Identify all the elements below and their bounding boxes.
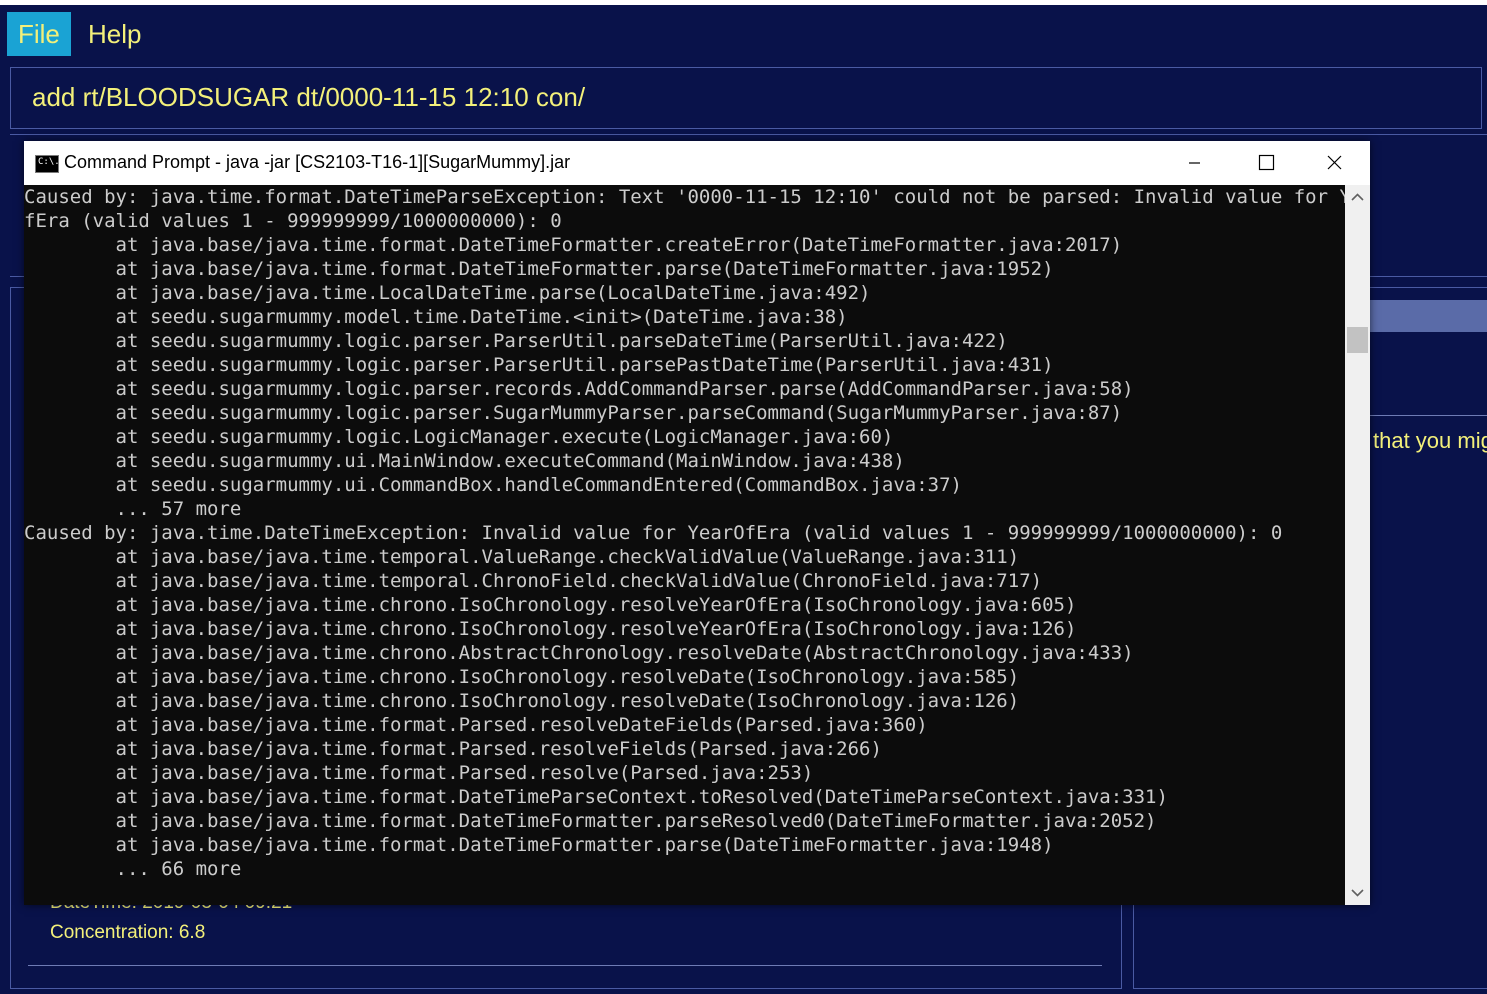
side-panel-text: that you mig: [1373, 428, 1487, 453]
menu-file[interactable]: File: [7, 12, 71, 56]
console-line: at java.base/java.time.chrono.IsoChronol…: [24, 666, 1020, 688]
close-button[interactable]: [1299, 141, 1369, 185]
console-line: ... 57 more: [24, 498, 242, 520]
console-line: ... 66 more: [24, 858, 242, 880]
minimize-button[interactable]: [1159, 141, 1229, 185]
console-line: at java.base/java.time.format.DateTimeFo…: [24, 810, 1157, 832]
console-line: at seedu.sugarmummy.logic.parser.SugarMu…: [24, 402, 1123, 424]
menu-help[interactable]: Help: [77, 12, 152, 56]
command-input[interactable]: add rt/BLOODSUGAR dt/0000-11-15 12:10 co…: [10, 67, 1482, 129]
console-line: at java.base/java.time.chrono.AbstractCh…: [24, 642, 1134, 664]
divider: [10, 134, 1487, 135]
console-line: at seedu.sugarmummy.logic.parser.ParserU…: [24, 330, 1008, 352]
console-line: at java.base/java.time.format.Parsed.res…: [24, 714, 928, 736]
scroll-thumb[interactable]: [1347, 327, 1368, 353]
cmd-app-icon-label: C:\.: [38, 157, 60, 167]
close-icon: [1327, 155, 1342, 170]
console-line: at java.base/java.time.chrono.IsoChronol…: [24, 594, 1077, 616]
maximize-button[interactable]: [1229, 141, 1299, 185]
scroll-up-button[interactable]: [1345, 185, 1370, 210]
record-separator: [28, 965, 1102, 966]
chevron-down-icon: [1351, 889, 1364, 897]
console-line: at java.base/java.time.format.Parsed.res…: [24, 762, 814, 784]
side-panel-header: [1350, 300, 1487, 332]
cmd-app-icon: C:\.: [35, 155, 60, 173]
console-line: at java.base/java.time.format.DateTimeFo…: [24, 834, 1054, 856]
console-line: at java.base/java.time.format.DateTimeFo…: [24, 234, 1123, 256]
scroll-down-button[interactable]: [1345, 880, 1370, 905]
cmd-window-title: Command Prompt - java -jar [CS2103-T16-1…: [64, 152, 571, 172]
console-line: at seedu.sugarmummy.model.time.DateTime.…: [24, 306, 848, 328]
console-line: at java.base/java.time.chrono.IsoChronol…: [24, 690, 1020, 712]
console-line: at seedu.sugarmummy.ui.MainWindow.execut…: [24, 450, 905, 472]
console-line: Caused by: java.time.format.DateTimePars…: [24, 186, 1345, 208]
console-line: at java.base/java.time.temporal.ChronoFi…: [24, 570, 1043, 592]
console-line: at seedu.sugarmummy.logic.LogicManager.e…: [24, 426, 894, 448]
console-line: at seedu.sugarmummy.logic.parser.records…: [24, 378, 1134, 400]
command-prompt-window[interactable]: C:\. Command Prompt - java -jar [CS2103-…: [24, 141, 1370, 905]
menu-bar: File Help: [0, 5, 1487, 59]
console-line: at java.base/java.time.chrono.IsoChronol…: [24, 618, 1077, 640]
console-line: fEra (valid values 1 - 999999999/1000000…: [24, 210, 562, 232]
console-line: at java.base/java.time.format.DateTimeFo…: [24, 258, 1054, 280]
vertical-scrollbar[interactable]: [1345, 185, 1370, 905]
console-line: Caused by: java.time.DateTimeException: …: [24, 522, 1283, 544]
console-line: at java.base/java.time.format.DateTimePa…: [24, 786, 1168, 808]
minimize-icon: [1189, 162, 1200, 164]
cmd-title-bar[interactable]: C:\. Command Prompt - java -jar [CS2103-…: [24, 141, 1370, 185]
console-text: Caused by: java.time.format.DateTimePars…: [24, 185, 1345, 881]
record-concentration: Concentration: 6.8: [50, 922, 206, 943]
console-output[interactable]: Caused by: java.time.format.DateTimePars…: [24, 185, 1345, 905]
console-line: at java.base/java.time.format.Parsed.res…: [24, 738, 882, 760]
command-input-text: add rt/BLOODSUGAR dt/0000-11-15 12:10 co…: [32, 82, 586, 112]
console-line: at seedu.sugarmummy.ui.CommandBox.handle…: [24, 474, 963, 496]
console-line: at java.base/java.time.LocalDateTime.par…: [24, 282, 871, 304]
console-line: at java.base/java.time.temporal.ValueRan…: [24, 546, 1020, 568]
chevron-up-icon: [1351, 193, 1364, 201]
console-line: at seedu.sugarmummy.logic.parser.ParserU…: [24, 354, 1054, 376]
maximize-icon: [1258, 154, 1275, 171]
